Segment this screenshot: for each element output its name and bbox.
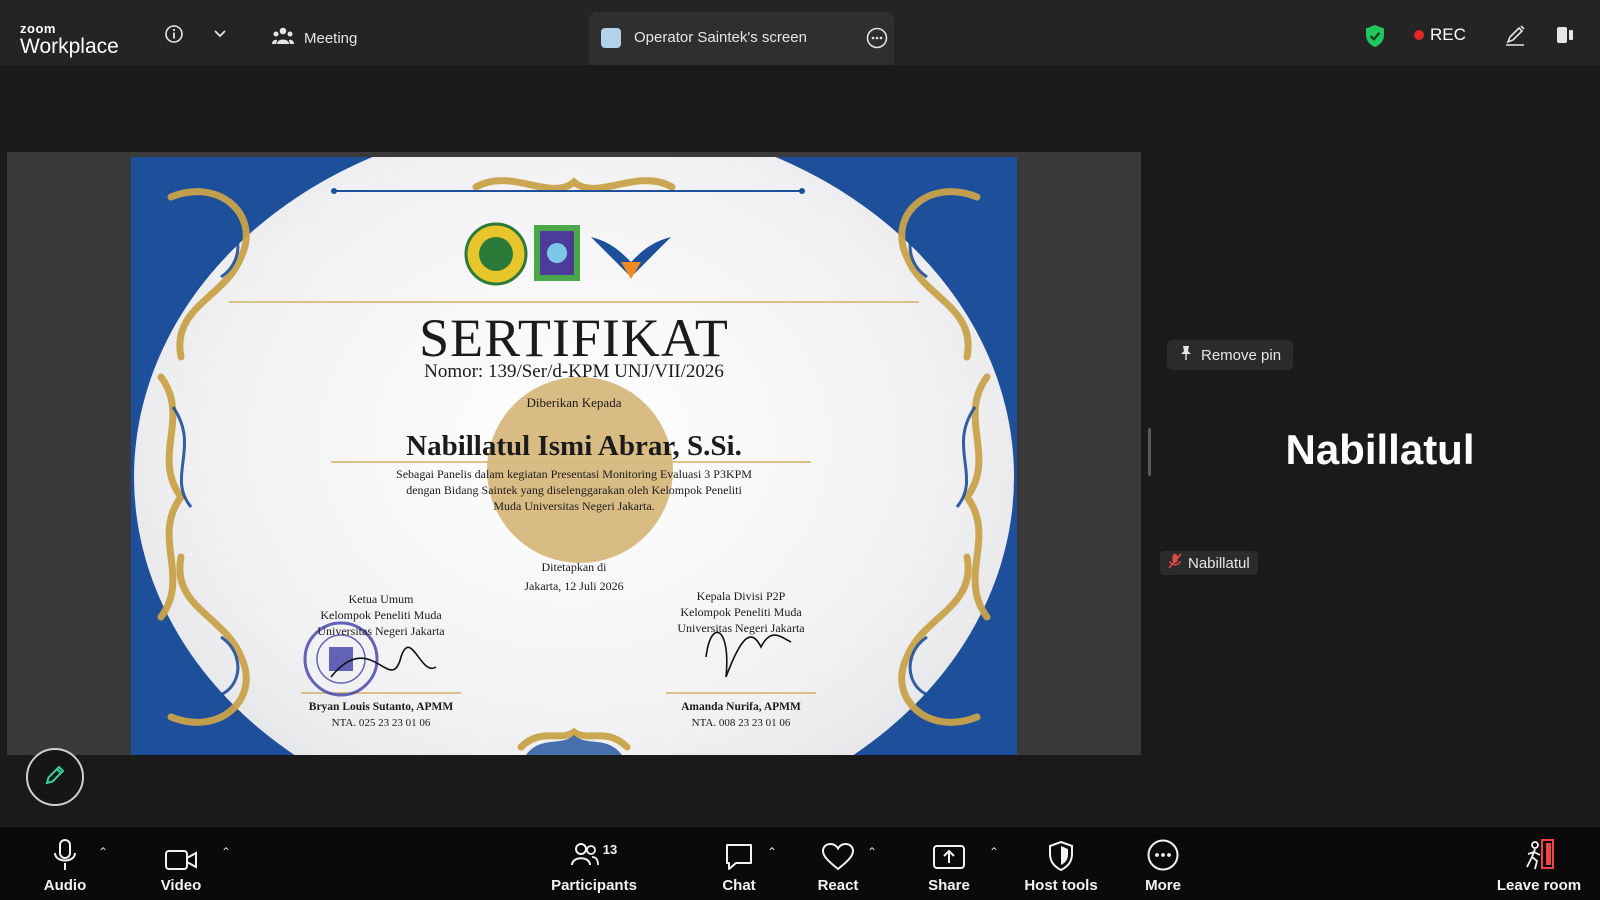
annotate-button[interactable] (26, 748, 84, 806)
host-tools-button[interactable]: Host tools (1020, 827, 1102, 900)
audio-button[interactable]: Audio (40, 827, 90, 900)
participants-button[interactable]: 13 Participants (548, 827, 640, 900)
zoom-logo: zoom Workplace (20, 22, 119, 57)
signer-right-nta: NTA. 008 23 23 01 06 (691, 717, 791, 729)
signer-left-role-2: Kelompok Peneliti Muda (320, 608, 442, 622)
microphone-icon (53, 827, 77, 871)
meeting-label: Meeting (304, 29, 358, 47)
signer-left-role-3: Universitas Negeri Jakarta (317, 624, 445, 638)
university-logo (464, 222, 528, 286)
info-icon[interactable] (162, 22, 186, 46)
signer-right-role-1: Kepala Divisi P2P (696, 589, 786, 603)
audio-options-caret-icon[interactable]: ⌃ (98, 845, 108, 859)
signer-left-name: Bryan Louis Sutanto, APMM (308, 701, 454, 713)
shared-screen-tab[interactable]: Operator Saintek's screen (589, 12, 894, 65)
share-options-caret-icon[interactable]: ⌃ (989, 845, 999, 859)
react-button[interactable]: React (812, 827, 864, 900)
signer-right-role-3: Universitas Negeri Jakarta (677, 621, 805, 635)
more-options-icon[interactable] (865, 26, 889, 50)
recipient-name: Nabillatul Ismi Abrar, S.Si. (406, 430, 742, 462)
side-panel-icon[interactable] (1552, 22, 1578, 48)
screen-share-icon (601, 28, 621, 48)
signer-right-role-2: Kelompok Peneliti Muda (680, 605, 802, 619)
share-label: Share (928, 877, 970, 894)
react-options-caret-icon[interactable]: ⌃ (867, 845, 877, 859)
description-line-2: dengan Bidang Saintek yang diselenggarak… (406, 483, 742, 497)
share-screen-icon (933, 827, 965, 871)
remove-pin-label: Remove pin (1201, 346, 1282, 364)
rec-label: REC (1430, 25, 1466, 44)
certificate-title: SERTIFIKAT (419, 308, 729, 368)
participants-icon (570, 842, 599, 871)
shared-screen-area: SERTIFIKAT Nomor: 139/Ser/d-KPM UNJ/VII/… (7, 152, 1141, 755)
more-dots-icon (1147, 827, 1179, 871)
chevron-down-icon[interactable] (208, 22, 232, 46)
people-icon (272, 26, 294, 50)
bottom-toolbar: Audio ⌃ Video ⌃ 13 Participants Chat ⌃ R… (0, 827, 1600, 900)
description-line-1: Sebagai Panelis dalam kegiatan Presentas… (396, 467, 752, 481)
chat-button[interactable]: Chat (714, 827, 764, 900)
pin-icon (1179, 345, 1193, 365)
kpm-logo (534, 225, 580, 281)
signer-left-role-1: Ketua Umum (348, 592, 414, 606)
logo-top-text: zoom (20, 21, 56, 36)
mic-muted-icon (1168, 553, 1182, 573)
more-label: More (1145, 877, 1181, 894)
video-label: Video (160, 877, 202, 894)
leave-room-label: Leave room (1496, 877, 1582, 894)
chat-label: Chat (722, 877, 756, 894)
chat-bubble-icon (724, 827, 754, 871)
shield-icon (1048, 827, 1074, 871)
given-to-label: Diberikan Kepada (526, 395, 622, 410)
participant-video-name: Nabillatul (1285, 426, 1475, 473)
top-bar: zoom Workplace Meeting Operator Saintek'… (0, 0, 1600, 65)
leave-door-icon (1522, 827, 1556, 871)
participants-label: Participants (551, 877, 637, 894)
record-dot-icon (1414, 30, 1424, 40)
participant-name-tag: Nabillatul (1160, 551, 1258, 575)
more-button[interactable]: More (1138, 827, 1188, 900)
react-label: React (817, 877, 859, 894)
set-at-label: Ditetapkan di (541, 560, 607, 574)
participants-icon-wrap: 13 (570, 827, 618, 871)
share-button[interactable]: Share (924, 827, 974, 900)
camera-icon (165, 827, 197, 871)
participant-tag-label: Nabillatul (1188, 554, 1250, 572)
signer-right-name: Amanda Nurifa, APMM (681, 701, 801, 713)
shared-screen-label: Operator Saintek's screen (634, 29, 807, 46)
pencil-icon (42, 762, 68, 793)
host-tools-label: Host tools (1024, 877, 1098, 894)
logo-bottom-text: Workplace (20, 35, 119, 58)
description-line-3: Muda Universitas Negeri Jakarta. (493, 499, 655, 513)
annotate-pen-icon[interactable] (1502, 22, 1528, 48)
leave-room-button[interactable]: Leave room (1494, 827, 1584, 900)
video-button[interactable]: Video (156, 827, 206, 900)
remove-pin-button[interactable]: Remove pin (1167, 340, 1294, 370)
panel-resize-handle[interactable] (1148, 428, 1151, 476)
recording-indicator[interactable]: REC (1414, 24, 1466, 46)
security-shield-icon[interactable] (1362, 22, 1388, 50)
heart-icon (822, 827, 854, 871)
certificate-number: Nomor: 139/Ser/d-KPM UNJ/VII/2026 (424, 361, 724, 382)
set-at-date: Jakarta, 12 Juli 2026 (524, 579, 624, 593)
audio-label: Audio (43, 877, 87, 894)
signer-left-nta: NTA. 025 23 23 01 06 (331, 717, 431, 729)
video-options-caret-icon[interactable]: ⌃ (221, 845, 231, 859)
meeting-button[interactable]: Meeting (272, 24, 357, 52)
chat-options-caret-icon[interactable]: ⌃ (767, 845, 777, 859)
participants-count: 13 (602, 842, 618, 857)
certificate: SERTIFIKAT Nomor: 139/Ser/d-KPM UNJ/VII/… (131, 157, 1017, 755)
